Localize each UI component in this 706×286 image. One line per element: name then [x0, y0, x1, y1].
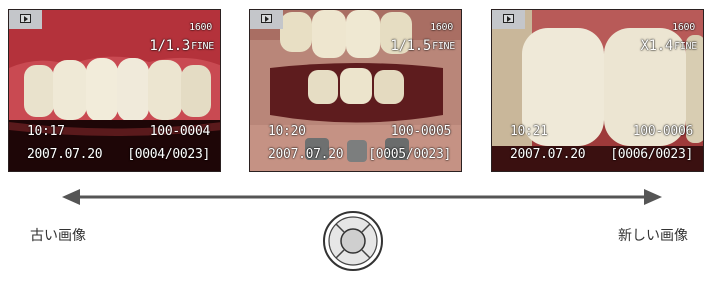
photo-thumbnail-1[interactable]: 1600 1/1.3 FINE 10:17 100-0004 2007.07.2…: [8, 9, 221, 172]
play-mode-icon: [492, 10, 525, 29]
play-mode-icon: [9, 10, 42, 29]
capture-time: 10:20: [268, 124, 306, 139]
image-counter: [0004/0023]: [127, 147, 210, 162]
zoom-factor: X1.4: [640, 38, 673, 54]
capture-time: 10:21: [510, 124, 548, 139]
photo-thumbnail-2[interactable]: 1600 1/1.5 FINE 10:20 100-0005 2007.07.2…: [249, 9, 462, 172]
file-number: 100-0005: [390, 124, 452, 139]
file-number: 100-0004: [149, 124, 211, 139]
shutter-speed: 1/1.3: [149, 38, 190, 54]
four-way-controller-icon[interactable]: [322, 210, 384, 272]
image-quality: FINE: [191, 41, 214, 52]
iso-value: 1600: [189, 22, 212, 33]
shutter-speed: 1/1.5: [390, 38, 431, 54]
capture-time: 10:17: [27, 124, 65, 139]
file-number: 100-0006: [632, 124, 694, 139]
iso-value: 1600: [672, 22, 695, 33]
older-images-label: 古い画像: [30, 228, 86, 244]
image-counter: [0005/0023]: [368, 147, 451, 162]
capture-date: 2007.07.20: [268, 147, 344, 162]
image-counter: [0006/0023]: [610, 147, 693, 162]
capture-date: 2007.07.20: [510, 147, 586, 162]
newer-images-label: 新しい画像: [618, 228, 688, 244]
image-quality: FINE: [432, 41, 455, 52]
image-quality: FINE: [674, 41, 697, 52]
play-mode-icon: [250, 10, 283, 29]
iso-value: 1600: [430, 22, 453, 33]
photo-thumbnail-3[interactable]: 1600 X1.4 FINE 10:21 100-0006 2007.07.20…: [491, 9, 704, 172]
double-arrow-icon: [62, 189, 662, 205]
capture-date: 2007.07.20: [27, 147, 103, 162]
